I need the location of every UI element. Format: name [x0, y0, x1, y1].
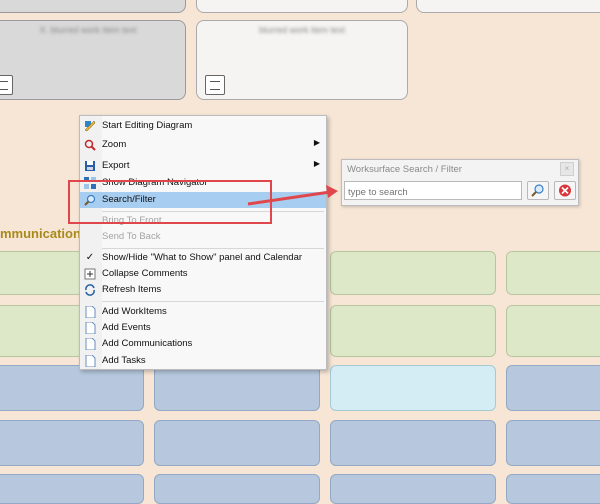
- section-title: mmunications: [0, 226, 89, 241]
- clear-icon: [559, 184, 571, 197]
- document-icon: [84, 354, 96, 368]
- document-icon: [84, 337, 96, 351]
- communication-card[interactable]: [330, 251, 496, 295]
- workitem-card[interactable]: [416, 0, 600, 13]
- communication-card[interactable]: [330, 305, 496, 357]
- communication-card[interactable]: [0, 365, 144, 411]
- search-input[interactable]: [344, 181, 522, 200]
- search-button[interactable]: [527, 181, 549, 200]
- communication-card[interactable]: [0, 420, 144, 466]
- document-icon: [205, 75, 225, 95]
- communication-card[interactable]: [330, 365, 496, 411]
- collapse-icon: [84, 268, 96, 280]
- communication-card[interactable]: [506, 474, 600, 504]
- save-icon: [84, 160, 96, 172]
- menu-item-add-events[interactable]: Add Events: [80, 320, 326, 336]
- menu-item-zoom[interactable]: Zoom ▶: [80, 137, 326, 153]
- submenu-arrow-icon: ▶: [313, 159, 320, 168]
- communication-card[interactable]: [330, 474, 496, 504]
- communication-card[interactable]: [154, 365, 320, 411]
- communication-card[interactable]: [0, 305, 84, 357]
- document-icon: [84, 321, 96, 335]
- workitem-card[interactable]: [0, 0, 186, 13]
- menu-item-export[interactable]: Export ▶: [80, 158, 326, 174]
- communication-card[interactable]: [154, 420, 320, 466]
- menu-item-add-communications[interactable]: Add Communications: [80, 336, 326, 352]
- workitem-card[interactable]: X. blurred work item text: [0, 20, 186, 100]
- communication-card[interactable]: [506, 420, 600, 466]
- document-icon: [84, 305, 96, 319]
- search-icon: [531, 184, 544, 197]
- menu-separator: [102, 301, 324, 302]
- clear-button[interactable]: [554, 181, 576, 200]
- annotation-arrow: [247, 185, 338, 206]
- communication-card[interactable]: [0, 251, 84, 295]
- zoom-icon: [84, 139, 96, 151]
- context-menu: Start Editing Diagram Zoom ▶ Export ▶ Sh…: [79, 115, 327, 370]
- communication-card[interactable]: [506, 251, 600, 295]
- menu-item-show-hide-panel[interactable]: ✓ Show/Hide "What to Show" panel and Cal…: [80, 250, 326, 266]
- communication-card[interactable]: [330, 420, 496, 466]
- menu-item-refresh-items[interactable]: Refresh Items: [80, 282, 326, 298]
- communication-card[interactable]: [154, 474, 320, 504]
- check-icon: ✓: [85, 252, 95, 263]
- menu-item-collapse-comments[interactable]: Collapse Comments: [80, 266, 326, 282]
- menu-item-send-to-back[interactable]: Send To Back: [80, 229, 326, 245]
- search-panel-title: Worksurface Search / Filter: [347, 164, 462, 175]
- close-icon[interactable]: ×: [560, 162, 574, 176]
- document-icon: [0, 75, 13, 95]
- menu-separator: [102, 248, 324, 249]
- pencil-icon: [84, 120, 96, 132]
- search-filter-panel: Worksurface Search / Filter ×: [341, 159, 579, 206]
- workitem-card[interactable]: blurred work item text: [196, 20, 408, 100]
- menu-item-start-editing[interactable]: Start Editing Diagram: [80, 118, 326, 134]
- submenu-arrow-icon: ▶: [313, 138, 320, 147]
- communication-card[interactable]: [506, 305, 600, 357]
- refresh-icon: [84, 284, 96, 296]
- menu-item-add-tasks[interactable]: Add Tasks: [80, 353, 326, 369]
- workitem-card[interactable]: [196, 0, 408, 13]
- communication-card[interactable]: [506, 365, 600, 411]
- menu-item-add-workitems[interactable]: Add WorkItems: [80, 304, 326, 320]
- communication-card[interactable]: [0, 474, 144, 504]
